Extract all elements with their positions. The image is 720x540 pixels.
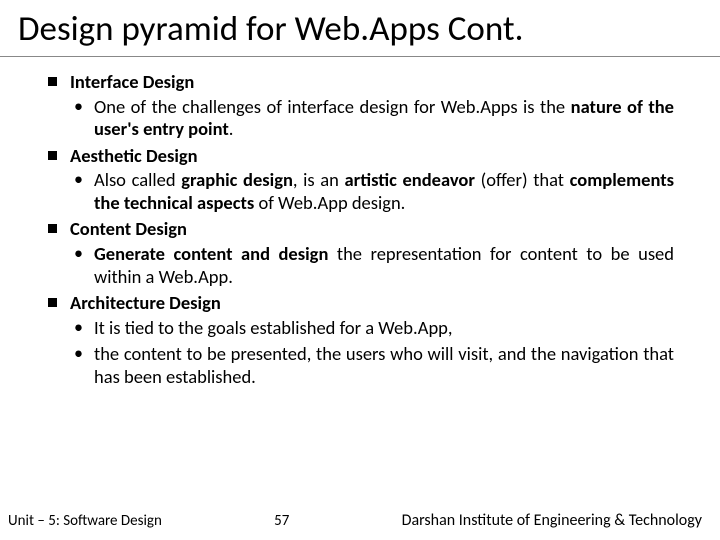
text: of Web.App design. bbox=[254, 191, 405, 214]
section-interface-design: Interface Design bbox=[46, 71, 674, 94]
footer-institute: Darshan Institute of Engineering & Techn… bbox=[402, 511, 702, 530]
slide: Design pyramid for Web.Apps Cont. Interf… bbox=[0, 0, 720, 540]
bullet-item: It is tied to the goals established for … bbox=[46, 317, 674, 340]
bold-text: artistic endeavor bbox=[345, 168, 475, 191]
text: One of the challenges of interface desig… bbox=[94, 95, 571, 118]
page-number: 57 bbox=[256, 512, 307, 530]
text: (offer) that bbox=[475, 168, 570, 191]
slide-footer: Unit – 5: Software Design 57 Darshan Ins… bbox=[0, 511, 720, 530]
section-content-design: Content Design bbox=[46, 218, 674, 241]
footer-mid: 57 bbox=[162, 512, 402, 530]
bullet-item: One of the challenges of interface desig… bbox=[46, 96, 674, 141]
footer-unit: Unit – 5: Software Design bbox=[8, 512, 162, 530]
section-aesthetic-design: Aesthetic Design bbox=[46, 145, 674, 168]
bullet-item: the content to be presented, the users w… bbox=[46, 343, 674, 388]
section-architecture-design: Architecture Design bbox=[46, 292, 674, 315]
bold-text: Generate content and design bbox=[94, 242, 328, 265]
slide-title: Design pyramid for Web.Apps Cont. bbox=[0, 0, 720, 57]
slide-body: Interface Design One of the challenges o… bbox=[0, 57, 720, 388]
text: , is an bbox=[293, 168, 345, 191]
text: . bbox=[229, 117, 234, 140]
bullet-item: Also called graphic design, is an artist… bbox=[46, 169, 674, 214]
bullet-item: Generate content and design the represen… bbox=[46, 243, 674, 288]
bold-text: graphic design bbox=[181, 168, 293, 191]
text: Also called bbox=[94, 168, 181, 191]
